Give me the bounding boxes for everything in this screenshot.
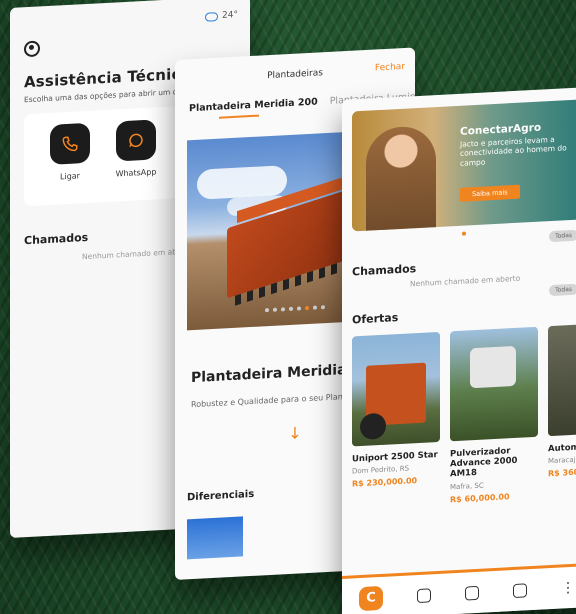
carousel-dot bbox=[281, 307, 285, 312]
offer-card[interactable]: Pulverizador Advance 2000 AM18 Mafra, SC… bbox=[450, 326, 538, 504]
offers-list: Uniport 2500 Star Dom Pedrito, RS R$ 230… bbox=[352, 321, 576, 509]
status-bar: 24° bbox=[10, 0, 250, 32]
tractor-icon[interactable] bbox=[465, 585, 479, 601]
tab-meridia-200[interactable]: Plantadeira Meridia 200 bbox=[189, 97, 318, 115]
offer-card[interactable]: Uniport 2500 Star Dom Pedrito, RS R$ 230… bbox=[352, 331, 440, 509]
weather-temperature: 24° bbox=[222, 10, 238, 21]
phone-home: ConectarAgro Jacto e parceiros levam a c… bbox=[342, 86, 576, 614]
offer-price: R$ 230,000.00 bbox=[352, 476, 418, 489]
profile-avatar-icon[interactable] bbox=[24, 40, 40, 58]
close-button[interactable]: Fechar bbox=[375, 62, 405, 74]
ligar-label: Ligar bbox=[60, 171, 80, 182]
carousel-dot bbox=[273, 307, 277, 312]
banner-text: Jacto e parceiros levam a conectividade … bbox=[460, 134, 567, 168]
whatsapp-button[interactable]: WhatsApp bbox=[110, 119, 162, 202]
sprayer-tank bbox=[470, 345, 516, 389]
chat-icon[interactable] bbox=[513, 582, 527, 598]
bottom-navigation: C ⋮ bbox=[342, 562, 576, 614]
diferenciais-image bbox=[187, 516, 243, 560]
offer-name: Uniport 2500 Star bbox=[352, 449, 438, 465]
offer-card[interactable]: Automa Deere 4 Maracaju R$ 360, bbox=[548, 321, 576, 499]
home-icon[interactable]: C bbox=[359, 585, 383, 611]
phone-icon bbox=[50, 122, 90, 165]
ligar-button[interactable]: Ligar bbox=[44, 122, 96, 205]
offer-image bbox=[548, 321, 576, 437]
offer-location: Mafra, SC bbox=[450, 481, 484, 491]
offer-price: R$ 360, bbox=[548, 467, 576, 479]
carousel-dot bbox=[321, 305, 325, 310]
carousel-dot bbox=[289, 306, 293, 312]
offer-location: Maracaju bbox=[548, 455, 576, 466]
offer-image bbox=[352, 331, 440, 447]
carousel-dot bbox=[297, 306, 301, 311]
carousel-dot bbox=[313, 305, 317, 310]
saiba-mais-button[interactable]: Saiba mais bbox=[460, 184, 520, 202]
carousel-dot bbox=[265, 308, 269, 313]
offer-image bbox=[450, 326, 538, 442]
gear-icon[interactable] bbox=[417, 587, 431, 603]
offer-name: Automa Deere 4 bbox=[548, 440, 576, 455]
banner-person-image bbox=[366, 125, 436, 232]
whatsapp-label: WhatsApp bbox=[115, 167, 157, 179]
offer-location: Dom Pedrito, RS bbox=[352, 464, 410, 476]
sky-cloud bbox=[197, 165, 287, 200]
promo-banner[interactable]: ConectarAgro Jacto e parceiros levam a c… bbox=[352, 99, 576, 232]
whatsapp-icon bbox=[116, 119, 156, 162]
offer-price: R$ 60,000.00 bbox=[450, 491, 510, 504]
carousel-dot-active bbox=[305, 305, 309, 311]
weather-cloud-icon bbox=[205, 11, 219, 22]
todas-button[interactable]: Todas bbox=[549, 283, 576, 297]
more-icon[interactable]: ⋮ bbox=[561, 579, 575, 596]
sprayer-machine bbox=[366, 362, 426, 426]
todas-button[interactable]: Todas bbox=[549, 229, 576, 243]
offer-name: Pulverizador Advance 2000 AM18 bbox=[450, 446, 518, 480]
